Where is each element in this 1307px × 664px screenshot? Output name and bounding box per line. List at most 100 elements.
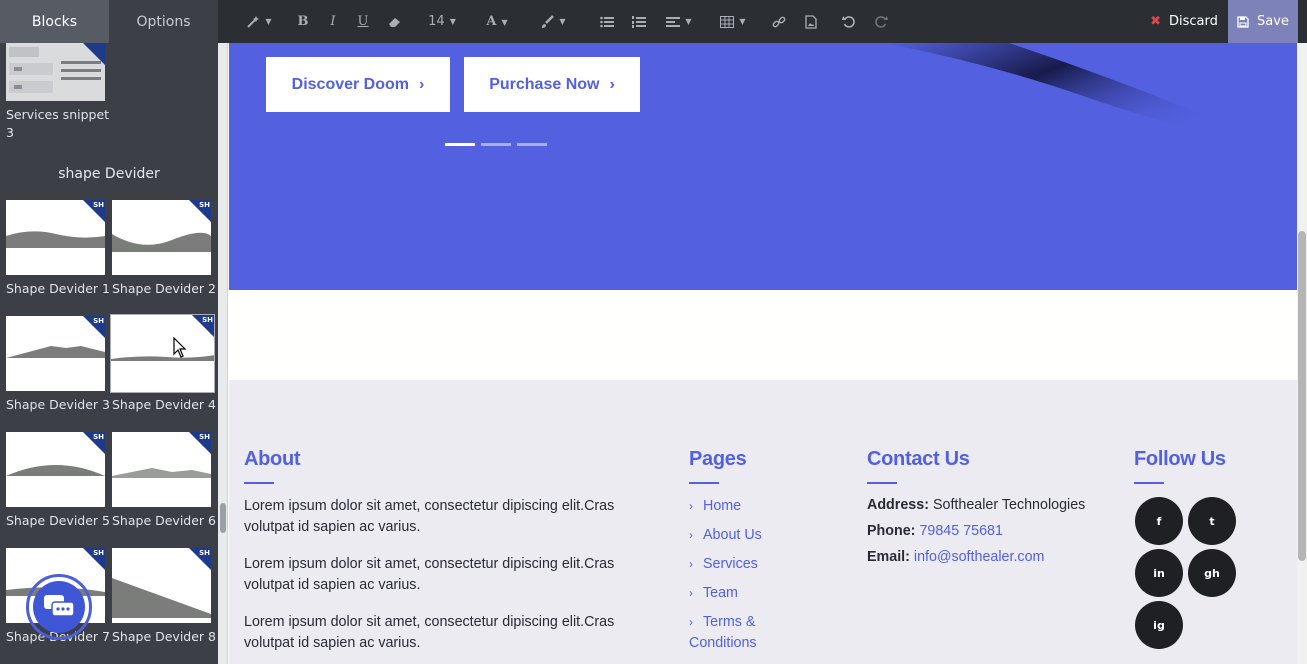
chevron-right-icon: › [689, 528, 693, 542]
about-paragraph: Lorem ipsum dolor sit amet, consectetur … [244, 556, 615, 593]
footer-link-team[interactable]: › Team [689, 583, 738, 604]
align-icon[interactable]: ▼ [662, 0, 696, 43]
footer-link-terms[interactable]: › Terms & Conditions [689, 612, 799, 654]
badge-text: SH [93, 433, 104, 441]
link-label: Terms & Conditions [689, 614, 757, 651]
discover-doom-label: Discover Doom [291, 75, 410, 93]
underline-icon[interactable]: U [352, 0, 374, 43]
page-scroll-thumb[interactable] [1298, 231, 1306, 561]
link-label: About Us [703, 527, 762, 543]
undo-icon[interactable] [838, 0, 860, 43]
address-label: Address: [867, 497, 929, 513]
ordered-list-icon[interactable] [628, 0, 650, 43]
redo-icon[interactable] [870, 0, 892, 43]
website-editor: Blocks Options Services snippet 3 shape … [0, 0, 1307, 664]
sidebar-scrollbar[interactable] [218, 43, 228, 664]
snippet-label: Shape Devider 2 [112, 281, 216, 296]
snippet-shape-devider-4[interactable]: SH [110, 314, 215, 393]
snippet-services-3[interactable] [6, 43, 105, 101]
pages-underline [689, 482, 719, 484]
badge-text: SH [199, 549, 210, 557]
snippet-label: Shape Devider 1 [6, 281, 110, 296]
chevron-right-icon: › [609, 75, 615, 93]
link-label: Home [703, 498, 742, 514]
sidebar-scroll-thumb[interactable] [220, 503, 226, 533]
contact-phone: Phone: 79845 75681 [867, 523, 1003, 539]
footer-link-home[interactable]: › Home [689, 496, 741, 517]
snippet-sidebar: Blocks Options Services snippet 3 shape … [0, 0, 218, 664]
snippet-shape-devider-5[interactable]: SH [6, 432, 105, 507]
link-label: Team [703, 585, 738, 601]
image-icon[interactable] [800, 0, 822, 43]
phone-link[interactable]: 79845 75681 [919, 523, 1003, 539]
pages-heading: Pages [689, 448, 747, 470]
table-icon[interactable]: ▼ [716, 0, 750, 43]
slider-indicator-2[interactable] [481, 143, 511, 146]
email-link[interactable]: info@softhealer.com [914, 549, 1045, 565]
about-underline [244, 482, 274, 484]
link-icon[interactable] [768, 0, 790, 43]
discard-label: Discard [1169, 14, 1218, 29]
unordered-list-icon[interactable] [596, 0, 618, 43]
font-size-value: 14 [428, 14, 445, 29]
snippet-label: Shape Devider 8 [112, 629, 216, 644]
linkedin-icon[interactable]: in [1135, 549, 1183, 597]
snippet-label: Shape Devider 6 [112, 513, 216, 528]
about-heading: About [244, 448, 301, 470]
link-label: Services [703, 556, 758, 572]
purchase-now-button[interactable]: Purchase Now › [464, 57, 640, 112]
live-chat-button[interactable] [26, 574, 92, 640]
magic-wand-icon[interactable]: ▼ [242, 0, 276, 43]
tab-options[interactable]: Options [109, 0, 218, 43]
instagram-icon[interactable]: ig [1135, 601, 1183, 649]
contact-heading: Contact Us [867, 448, 970, 470]
email-label: Email: [867, 549, 910, 565]
badge-text: SH [202, 316, 213, 324]
discover-doom-button[interactable]: Discover Doom › [266, 57, 450, 112]
slider-indicator-1[interactable] [445, 143, 475, 146]
eraser-icon[interactable] [384, 0, 406, 43]
slider-indicator-3[interactable] [517, 143, 547, 146]
footer-link-services[interactable]: › Services [689, 554, 758, 575]
contact-email: Email: info@softhealer.com [867, 549, 1044, 565]
paintbrush-icon[interactable]: ▼ [536, 0, 570, 43]
spacer-section [229, 290, 1297, 380]
facebook-icon[interactable]: f [1135, 497, 1183, 545]
follow-underline [1134, 482, 1164, 484]
snippet-shape-devider-3[interactable]: SH [6, 316, 105, 391]
twitter-icon[interactable]: t [1188, 497, 1236, 545]
discard-button[interactable]: ✖ Discard [1140, 0, 1228, 43]
section-title: shape Devider [58, 166, 160, 182]
snippet-shape-devider-8[interactable]: SH [112, 548, 211, 623]
badge-text: SH [199, 201, 210, 209]
snippet-label: Shape Devider 3 [6, 397, 110, 412]
phone-label: Phone: [867, 523, 916, 539]
footer: About Lorem ipsum dolor sit amet, consec… [229, 380, 1297, 664]
badge-corner [83, 43, 105, 65]
badge-text: SH [93, 549, 104, 557]
chevron-right-icon: › [419, 75, 425, 93]
github-icon[interactable]: gh [1188, 549, 1236, 597]
snippet-shape-devider-1[interactable]: SH [6, 200, 105, 275]
address-value: Softhealer Technologies [932, 497, 1086, 513]
snippet-shape-devider-2[interactable]: SH [112, 200, 211, 275]
chevron-right-icon: › [689, 499, 693, 513]
mouse-cursor-icon [173, 337, 187, 358]
save-button[interactable]: Save [1228, 0, 1298, 43]
italic-icon[interactable]: I [322, 0, 344, 43]
contact-underline [867, 482, 897, 484]
badge-text: SH [93, 317, 104, 325]
page-canvas: Discover Doom › Purchase Now › About Lor… [229, 43, 1297, 664]
chevron-right-icon: › [689, 557, 693, 571]
font-color-icon[interactable]: A ▼ [480, 0, 514, 43]
footer-link-about-us[interactable]: › About Us [689, 525, 762, 546]
chevron-right-icon: › [689, 615, 693, 629]
tab-blocks[interactable]: Blocks [0, 0, 109, 43]
follow-heading: Follow Us [1134, 448, 1226, 470]
snippet-shape-devider-6[interactable]: SH [112, 432, 211, 507]
bold-icon[interactable]: B [292, 0, 314, 43]
snippet-label: Services snippet 3 [6, 107, 110, 140]
page-scrollbar[interactable] [1297, 43, 1307, 664]
font-size-dropdown[interactable]: 14 ▼ [422, 0, 462, 43]
sidebar-tabs: Blocks Options [0, 0, 218, 43]
